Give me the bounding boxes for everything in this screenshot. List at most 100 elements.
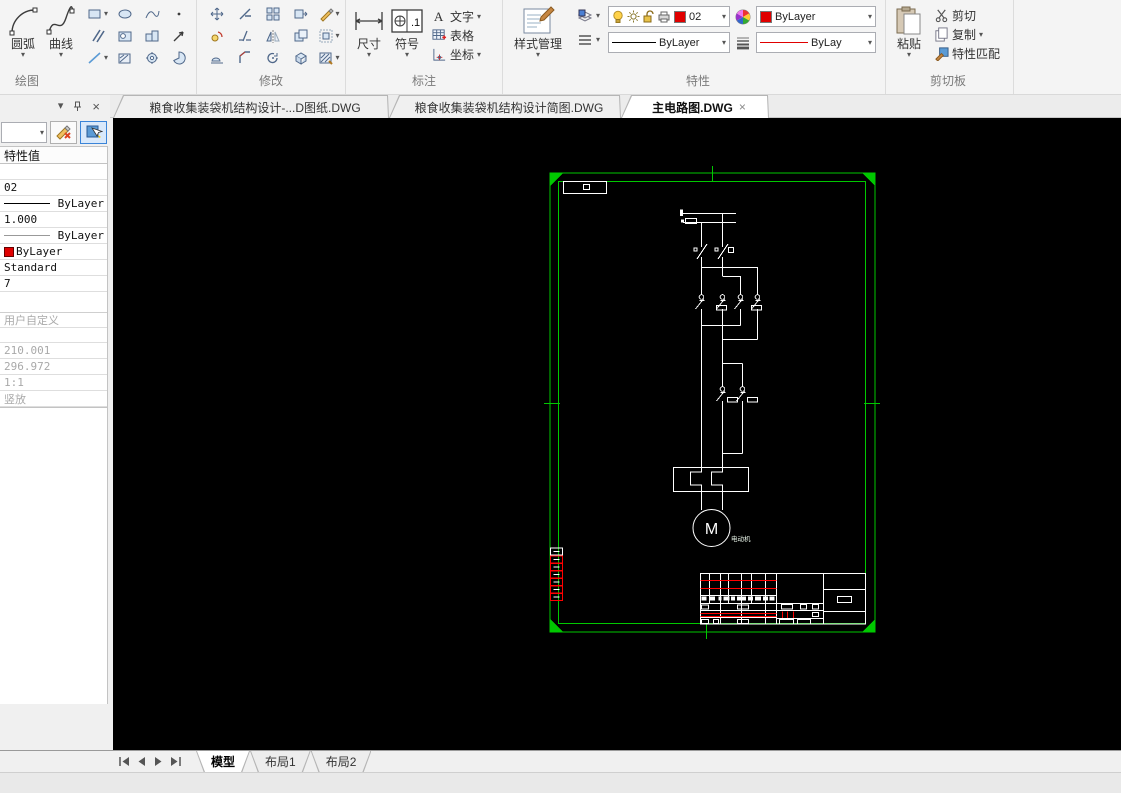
layer-color-swatch[interactable] bbox=[674, 10, 687, 23]
linetype-preview-line bbox=[4, 203, 50, 204]
layout1-tab[interactable]: 布局1 bbox=[250, 751, 311, 773]
doc-tab-3-active[interactable]: 主电路图.DWG × bbox=[621, 95, 769, 118]
line-tool-icon[interactable]: ▾ bbox=[84, 47, 111, 69]
property-row-linetype[interactable]: ByLayer bbox=[0, 196, 107, 212]
lineweight-combo[interactable]: ByLay ▾ bbox=[756, 32, 877, 53]
curve-dropdown-icon[interactable]: ▾ bbox=[59, 51, 63, 59]
property-row-scale[interactable]: 1.000 bbox=[0, 212, 107, 228]
lineweight-combo-dropdown-icon[interactable]: ▾ bbox=[868, 38, 872, 47]
property-row-color[interactable]: ByLayer bbox=[0, 244, 107, 260]
next-tab-icon[interactable] bbox=[152, 756, 165, 767]
layer-unlock-icon[interactable] bbox=[643, 10, 654, 23]
model-tab[interactable]: 模型 bbox=[196, 751, 250, 773]
panel-close-icon[interactable]: × bbox=[92, 100, 100, 113]
panel-menu-dropdown-icon[interactable]: ▾ bbox=[58, 101, 64, 112]
copy-object-tool-icon[interactable] bbox=[287, 25, 315, 47]
symbol-button[interactable]: .1 符号 ▾ bbox=[388, 3, 426, 59]
arc-dropdown-icon[interactable]: ▾ bbox=[21, 51, 25, 59]
coordinate-dropdown-icon[interactable]: ▾ bbox=[477, 50, 481, 59]
layout2-tab[interactable]: 布局2 bbox=[311, 751, 372, 773]
move-tool-icon[interactable] bbox=[203, 3, 231, 25]
sector-tool-icon[interactable] bbox=[165, 47, 192, 69]
property-row[interactable] bbox=[0, 164, 107, 180]
fill-tool-icon[interactable]: ▾ bbox=[315, 47, 343, 69]
array-tool-icon[interactable] bbox=[259, 3, 287, 25]
layer-manager-icon bbox=[577, 9, 593, 22]
linestyle-button[interactable]: ▾ bbox=[577, 32, 600, 47]
paste-button[interactable]: 粘贴 ▾ bbox=[890, 3, 928, 59]
selection-filter-combo[interactable]: ▾ bbox=[1, 121, 47, 143]
property-row-layer[interactable]: 02 bbox=[0, 180, 107, 196]
spline-tool-icon[interactable] bbox=[138, 3, 165, 25]
clear-properties-button[interactable] bbox=[50, 120, 77, 144]
edit-tool-icon[interactable]: ▾ bbox=[315, 3, 343, 25]
first-tab-icon[interactable] bbox=[118, 756, 131, 767]
text-dropdown-icon[interactable]: ▾ bbox=[477, 12, 481, 21]
solid-tool-icon[interactable] bbox=[138, 25, 165, 47]
trim-tool-icon[interactable] bbox=[231, 3, 259, 25]
color-wheel-icon[interactable] bbox=[735, 9, 751, 25]
offset-tool-icon[interactable]: ▾ bbox=[315, 25, 343, 47]
linestyle-dropdown-icon[interactable]: ▾ bbox=[596, 35, 600, 44]
dimension-dropdown-icon[interactable]: ▾ bbox=[367, 51, 371, 59]
layer-plot-printer-icon[interactable] bbox=[657, 10, 671, 23]
layer-freeze-sun-icon[interactable] bbox=[627, 10, 640, 23]
coordinate-button[interactable]: 坐标 ▾ bbox=[432, 45, 481, 64]
chamfer-tool-icon[interactable] bbox=[231, 47, 259, 69]
copy-dropdown-icon[interactable]: ▾ bbox=[979, 30, 983, 39]
parallel-line-tool-icon[interactable] bbox=[84, 25, 111, 47]
property-group-custom[interactable]: 用户自定义 bbox=[0, 312, 107, 328]
apply-to-selection-button[interactable] bbox=[80, 120, 107, 144]
dimension-button[interactable]: 尺寸 ▾ bbox=[350, 3, 388, 59]
symbol-dropdown-icon[interactable]: ▾ bbox=[405, 51, 409, 59]
curve-button[interactable]: 曲线 ▾ bbox=[42, 3, 80, 59]
doc-tab-1[interactable]: 粮食收集装袋机结构设计-...D图纸.DWG bbox=[113, 95, 389, 118]
layer-combo-dropdown-icon[interactable]: ▾ bbox=[722, 12, 726, 21]
hatch-tool-icon[interactable] bbox=[111, 47, 138, 69]
ellipse-tool-icon[interactable] bbox=[111, 3, 138, 25]
style-manager-button[interactable]: 样式管理 ▾ bbox=[507, 3, 569, 59]
drawing-canvas[interactable]: M 电动机 bbox=[113, 118, 1121, 750]
rotate-copy-tool-icon[interactable] bbox=[203, 25, 231, 47]
mirror-tool-icon[interactable] bbox=[259, 25, 287, 47]
rotate-tool-icon[interactable] bbox=[259, 47, 287, 69]
rectangle-tool-icon[interactable]: ▾ bbox=[84, 3, 111, 25]
supply-bus-lines bbox=[683, 213, 736, 224]
leader-tool-icon[interactable] bbox=[165, 25, 192, 47]
stamp-tool-icon[interactable] bbox=[203, 47, 231, 69]
color-combo[interactable]: ByLayer ▾ bbox=[756, 6, 877, 27]
paste-icon bbox=[894, 5, 924, 37]
doc-tab-2[interactable]: 粮食收集装袋机结构设计简图.DWG bbox=[389, 95, 621, 118]
gear-tool-icon[interactable] bbox=[138, 47, 165, 69]
arc-button[interactable]: 圆弧 ▾ bbox=[4, 3, 42, 59]
last-tab-icon[interactable] bbox=[169, 756, 182, 767]
linetype-combo[interactable]: ByLayer ▾ bbox=[608, 32, 731, 53]
property-row-lineweight[interactable]: ByLayer bbox=[0, 228, 107, 244]
match-properties-button[interactable]: 特性匹配 bbox=[934, 44, 1000, 63]
prev-tab-icon[interactable] bbox=[135, 756, 148, 767]
paste-dropdown-icon[interactable]: ▾ bbox=[907, 51, 911, 59]
property-row-style[interactable]: Standard bbox=[0, 260, 107, 276]
cut-button[interactable]: 剪切 bbox=[934, 6, 1000, 25]
region-tool-icon[interactable] bbox=[111, 25, 138, 47]
linetype-combo-dropdown-icon[interactable]: ▾ bbox=[722, 38, 726, 47]
lineweight-icon[interactable] bbox=[735, 36, 751, 50]
layer-manager-dropdown-icon[interactable]: ▾ bbox=[596, 11, 600, 20]
rotate3d-tool-icon[interactable] bbox=[287, 47, 315, 69]
copy-button[interactable]: 复制 ▾ bbox=[934, 25, 1000, 44]
panel-pin-icon[interactable] bbox=[73, 101, 82, 112]
doc-tab-close-icon[interactable]: × bbox=[739, 100, 746, 114]
layer-on-bulb-icon[interactable] bbox=[612, 10, 624, 24]
break-tool-icon[interactable] bbox=[231, 25, 259, 47]
stretch-tool-icon[interactable] bbox=[287, 3, 315, 25]
layer-combo[interactable]: 02 ▾ bbox=[608, 6, 731, 27]
property-row-number[interactable]: 7 bbox=[0, 276, 107, 292]
color-combo-dropdown-icon[interactable]: ▾ bbox=[868, 12, 872, 21]
point-tool-icon[interactable] bbox=[165, 3, 192, 25]
layer-manager-button[interactable]: ▾ bbox=[577, 8, 600, 23]
doc-tab-3-label: 主电路图.DWG bbox=[652, 100, 733, 115]
style-manager-dropdown-icon[interactable]: ▾ bbox=[536, 51, 540, 59]
text-button[interactable]: A 文字 ▾ bbox=[432, 7, 481, 26]
selection-filter-dropdown-icon[interactable]: ▾ bbox=[40, 128, 46, 137]
table-button[interactable]: 表格 bbox=[432, 26, 481, 45]
